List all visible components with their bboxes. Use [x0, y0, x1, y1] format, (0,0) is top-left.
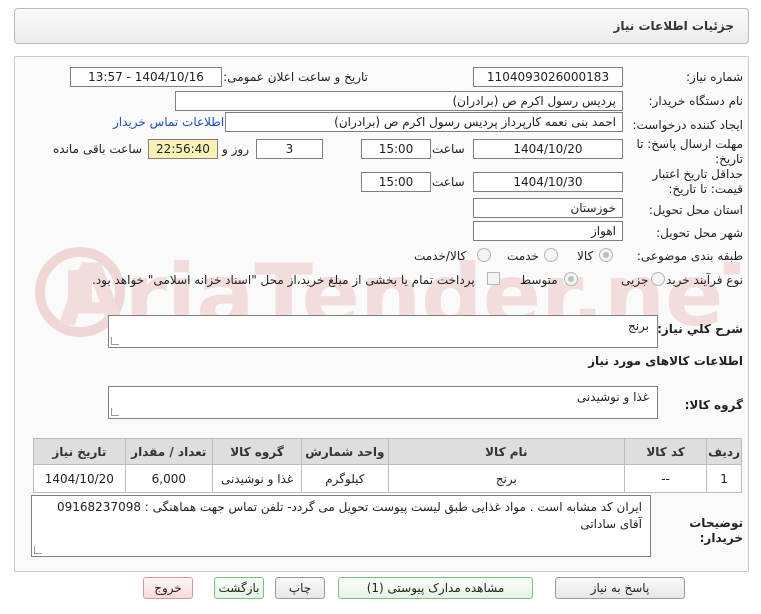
category-option-goods: کالا	[577, 249, 594, 263]
buyer-contact-link[interactable]: اطلاعات تماس خریدار	[113, 115, 224, 129]
col-header-name: نام کالا	[387, 438, 626, 465]
days-label: روز و	[222, 142, 249, 156]
goods-group-text: غذا و نوشیدنی	[576, 390, 649, 404]
treasury-checkbox[interactable]	[487, 272, 500, 285]
price-validity-time-field: 15:00	[361, 172, 431, 192]
buyer-notes-label-2: خریدار:	[699, 531, 743, 545]
remaining-time-field: 22:56:40	[148, 139, 218, 159]
resize-grip-icon[interactable]	[111, 337, 119, 345]
price-validity-date-field: 1404/10/30	[473, 172, 623, 192]
city-label: شهر محل تحویل:	[656, 226, 743, 240]
city-field: اهواز	[473, 221, 623, 241]
category-option-goods-service: کالا/خدمت	[414, 249, 467, 263]
summary-label: شرح کلي نياز:	[657, 322, 743, 336]
price-validity-time-label: ساعت	[432, 175, 465, 189]
goods-group-label: گروه کالا:	[684, 398, 743, 412]
cell-name: برنج	[387, 464, 626, 493]
price-validity-label: حداقل تاریخ اعتبار	[652, 167, 743, 181]
print-button[interactable]: چاپ	[275, 577, 325, 599]
cell-group: غذا و نوشیدنی	[211, 464, 303, 493]
treasury-note: پرداخت تمام یا بخشی از مبلغ خرید،از محل …	[92, 273, 475, 287]
reply-time-label: ساعت	[432, 142, 465, 156]
need-number-label: شماره نیاز:	[686, 70, 743, 84]
category-label: طبقه بندی موضوعی:	[636, 249, 743, 263]
summary-textarea: برنج	[108, 315, 658, 348]
buyer-org-label: نام دستگاه خریدار:	[648, 94, 744, 108]
process-label: نوع فرآیند خرید :	[658, 273, 743, 287]
col-header-code: کد کالا	[624, 438, 708, 465]
need-number-field: 1104093026000183	[473, 67, 623, 87]
province-label: استان محل تحویل:	[648, 203, 743, 217]
buyer-org-field: پردیس رسول اکرم ص (برادران)	[175, 91, 623, 111]
buyer-notes-label: توضیحات	[689, 516, 743, 530]
resize-grip-icon[interactable]	[34, 546, 42, 554]
col-header-quantity: تعداد / مقدار	[124, 438, 213, 465]
buyer-notes-text: ایران کد مشابه است . مواد غذایی طبق لیست…	[56, 500, 642, 531]
reply-deadline-label-2: تاریخ:	[715, 152, 743, 166]
process-radio-minor[interactable]	[651, 272, 665, 286]
table-row: 1 -- برنج کیلوگرم غذا و نوشیدنی 6,000 14…	[33, 464, 742, 493]
goods-group-textarea: غذا و نوشیدنی	[108, 386, 658, 419]
requester-label: ایجاد کننده درخواست:	[632, 118, 743, 132]
cell-quantity: 6,000	[124, 464, 213, 493]
category-option-service: خدمت	[507, 249, 539, 263]
province-field: خوزستان	[473, 198, 623, 218]
page-header: جزئیات اطلاعات نیاز	[14, 8, 749, 44]
category-radio-goods[interactable]	[599, 248, 613, 262]
announce-datetime-field: 1404/10/16 - 13:57	[70, 67, 222, 87]
remaining-time-label: ساعت باقی مانده	[53, 142, 143, 156]
col-header-row: ردیف	[706, 438, 742, 465]
col-header-unit: واحد شمارش	[301, 438, 389, 465]
page-title: جزئیات اطلاعات نیاز	[613, 19, 734, 33]
buyer-notes-textarea: ایران کد مشابه است . مواد غذایی طبق لیست…	[31, 495, 651, 557]
requester-field: احمد بنی نعمه کارپرداز پردیس رسول اکرم ص…	[225, 112, 623, 132]
col-header-group: گروه کالا	[211, 438, 303, 465]
process-option-minor: جزیی	[621, 273, 649, 287]
reply-time-field: 15:00	[361, 139, 431, 159]
category-radio-goods-service[interactable]	[477, 248, 491, 262]
cell-unit: کیلوگرم	[301, 464, 389, 493]
category-radio-service[interactable]	[544, 248, 558, 262]
days-field: 3	[256, 139, 323, 159]
cell-row-number: 1	[706, 464, 742, 493]
view-attachments-button[interactable]: مشاهده مدارک پیوستی (1)	[338, 577, 533, 599]
reply-deadline-label: مهلت ارسال پاسخ: تا	[636, 137, 743, 151]
price-validity-label-2: قیمت: تا تاریخ:	[668, 182, 743, 196]
reply-date-field: 1404/10/20	[473, 139, 623, 159]
summary-text: برنج	[627, 319, 649, 333]
process-option-medium: متوسط	[520, 273, 558, 287]
process-radio-medium[interactable]	[564, 272, 578, 286]
exit-button[interactable]: خروج	[143, 577, 193, 599]
col-header-date: تاریخ نیاز	[33, 438, 126, 465]
items-table: ردیف کد کالا نام کالا واحد شمارش گروه کا…	[33, 438, 742, 493]
announce-datetime-label: تاریخ و ساعت اعلان عمومی:	[223, 70, 368, 84]
resize-grip-icon[interactable]	[111, 408, 119, 416]
goods-info-heading: اطلاعات کالاهای مورد نیاز	[588, 354, 743, 368]
reply-button[interactable]: پاسخ به نیاز	[555, 577, 685, 599]
cell-code: --	[624, 464, 708, 493]
cell-date: 1404/10/20	[33, 464, 126, 493]
back-button[interactable]: بازگشت	[214, 577, 264, 599]
